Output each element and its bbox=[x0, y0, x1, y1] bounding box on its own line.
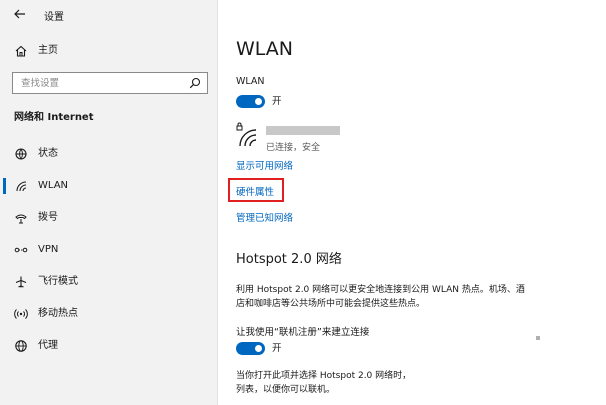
toggle-state-label: 开 bbox=[272, 343, 282, 354]
search-icon[interactable] bbox=[189, 77, 201, 89]
sidebar-item-label: 拨号 bbox=[38, 212, 58, 223]
sidebar-item-label: VPN bbox=[38, 244, 59, 255]
sidebar-item-label: 主页 bbox=[38, 45, 58, 56]
sidebar-item-mobile-hotspot[interactable]: 移动热点 bbox=[0, 303, 218, 325]
sidebar-item-vpn[interactable]: VPN bbox=[0, 239, 218, 261]
main-content: WLAN WLAN 开 已连接，安全 显示可用网络 硬件属性 管理已知网络 Ho… bbox=[218, 0, 606, 405]
sidebar-item-label: 代理 bbox=[38, 340, 58, 351]
sidebar-item-status[interactable]: 状态 bbox=[0, 143, 218, 165]
search-box[interactable] bbox=[12, 72, 208, 94]
online-signup-description-line2: 列表，以便你可以联机。 bbox=[236, 385, 336, 395]
manage-known-networks-link[interactable]: 管理已知网络 bbox=[236, 210, 293, 224]
home-icon bbox=[14, 44, 28, 58]
globe-icon bbox=[14, 339, 28, 353]
hotspot-section-title: Hotspot 2.0 网络 bbox=[236, 252, 342, 267]
toggle-knob bbox=[255, 98, 262, 105]
sidebar-item-label: 移动热点 bbox=[38, 308, 78, 319]
airplane-icon bbox=[14, 275, 28, 289]
sidebar-item-label: 状态 bbox=[38, 148, 58, 159]
dialup-icon bbox=[14, 211, 28, 225]
online-signup-toggle[interactable] bbox=[236, 342, 265, 355]
online-signup-description-line1: 当你打开此项并选择 Hotspot 2.0 网络时， bbox=[236, 371, 412, 381]
hotspot-description-line1: 利用 Hotspot 2.0 网络可以更安全地连接到公用 WLAN 热点。机场、… bbox=[236, 285, 525, 295]
sidebar-item-label: WLAN bbox=[38, 180, 69, 191]
wlan-toggle-row: 开 bbox=[236, 95, 356, 109]
network-status: 已连接，安全 bbox=[266, 143, 321, 153]
online-signup-toggle-row: 开 bbox=[236, 342, 356, 356]
sidebar-item-proxy[interactable]: 代理 bbox=[0, 335, 218, 357]
sidebar: 设置 主页 网络和 Internet bbox=[0, 0, 218, 405]
vpn-icon bbox=[14, 243, 28, 257]
settings-window: 设置 主页 网络和 Internet bbox=[0, 0, 606, 405]
hardware-properties-link[interactable]: 硬件属性 bbox=[236, 184, 274, 198]
sidebar-item-dialup[interactable]: 拨号 bbox=[0, 207, 218, 229]
wifi-icon bbox=[14, 179, 28, 193]
sidebar-item-wlan[interactable]: WLAN bbox=[0, 175, 218, 197]
section-heading: 网络和 Internet bbox=[14, 112, 94, 123]
show-available-networks-link[interactable]: 显示可用网络 bbox=[236, 158, 293, 172]
sidebar-item-airplane-mode[interactable]: 飞行模式 bbox=[0, 271, 218, 293]
back-button[interactable] bbox=[12, 6, 28, 22]
hotspot-description-line2: 店和咖啡店等公共场所中可能会提供这些热点。 bbox=[236, 299, 426, 309]
sidebar-item-label: 飞行模式 bbox=[38, 276, 78, 287]
scroll-indicator bbox=[536, 336, 540, 340]
back-arrow-icon bbox=[14, 9, 25, 19]
wifi-secure-icon bbox=[236, 122, 258, 148]
toggle-state-label: 开 bbox=[272, 96, 282, 107]
online-signup-label: 让我使用“联机注册”来建立连接 bbox=[236, 327, 370, 338]
hotspot-icon bbox=[14, 307, 28, 321]
network-name-redacted bbox=[266, 126, 340, 135]
sidebar-item-home[interactable]: 主页 bbox=[0, 40, 218, 62]
search-input[interactable] bbox=[13, 73, 183, 93]
page-title: WLAN bbox=[236, 38, 294, 60]
wlan-setting-label: WLAN bbox=[236, 76, 265, 87]
title-bar: 设置 bbox=[0, 0, 218, 28]
toggle-knob bbox=[255, 345, 262, 352]
status-icon bbox=[14, 147, 28, 161]
connected-network[interactable]: 已连接，安全 bbox=[236, 122, 436, 154]
wlan-toggle[interactable] bbox=[236, 95, 265, 108]
app-title: 设置 bbox=[44, 12, 64, 23]
